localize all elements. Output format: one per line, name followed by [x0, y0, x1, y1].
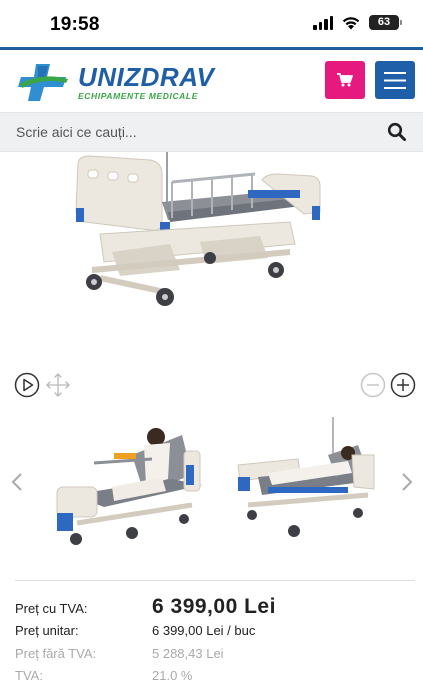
unit-price-row: Preț unitar: 6 399,00 Lei / buc	[15, 623, 415, 646]
expand-arrows-icon[interactable]	[45, 372, 71, 398]
site-header: UNIZDRAV ECHIPAMENTE MEDICALE	[0, 50, 423, 112]
cart-icon	[337, 73, 353, 87]
vat-row: TVA: 21.0 %	[15, 668, 415, 690]
hospital-bed-photo	[75, 152, 321, 306]
zoom-out-icon[interactable]	[360, 372, 386, 398]
brand-name: UNIZDRAV	[78, 61, 215, 92]
main-product-image[interactable]	[0, 152, 423, 362]
status-bar: 19:58 63	[0, 0, 423, 48]
chevron-left-icon[interactable]	[10, 472, 24, 492]
menu-button[interactable]	[375, 61, 415, 99]
price-with-vat-row: Preț cu TVA: 6 399,00 Lei	[15, 595, 415, 623]
chevron-right-icon[interactable]	[400, 472, 414, 492]
status-time: 19:58	[50, 14, 100, 35]
search-bar	[0, 112, 423, 152]
price-without-vat-label: Preț fără TVA:	[15, 646, 97, 661]
price-with-vat-value: 6 399,00 Lei	[152, 595, 276, 618]
wifi-icon	[342, 17, 360, 30]
vat-label: TVA:	[15, 668, 43, 683]
play-icon[interactable]	[14, 372, 40, 398]
unit-price-label: Preț unitar:	[15, 623, 79, 638]
zoom-in-icon[interactable]	[390, 372, 416, 398]
brand-tagline: ECHIPAMENTE MEDICALE	[78, 90, 198, 101]
price-without-vat-value: 5 288,43 Lei	[152, 646, 224, 661]
thumbnail-carousel	[0, 410, 423, 560]
divider	[15, 580, 415, 581]
site-logo[interactable]: UNIZDRAV ECHIPAMENTE MEDICALE	[16, 60, 214, 104]
search-icon[interactable]	[387, 122, 407, 142]
price-without-vat-row: Preț fără TVA: 5 288,43 Lei	[15, 646, 415, 668]
hamburger-menu-icon	[384, 71, 406, 89]
unit-price-value: 6 399,00 Lei / buc	[152, 623, 256, 638]
bed-with-patient-reclining-thumbnail[interactable]	[228, 415, 383, 555]
price-with-vat-label: Preț cu TVA:	[15, 601, 88, 616]
vat-value: 21.0 %	[152, 668, 193, 683]
price-table: Preț cu TVA: 6 399,00 Lei Preț unitar: 6…	[15, 595, 415, 690]
logo-cross-icon	[18, 64, 68, 101]
battery-icon: 63	[369, 15, 402, 30]
signal-icon	[313, 15, 333, 30]
image-controls	[0, 370, 423, 400]
bed-with-patient-eating-thumbnail[interactable]	[52, 415, 207, 555]
search-input[interactable]	[0, 113, 370, 151]
cart-button[interactable]	[325, 61, 365, 99]
status-icons: 63	[313, 15, 402, 30]
